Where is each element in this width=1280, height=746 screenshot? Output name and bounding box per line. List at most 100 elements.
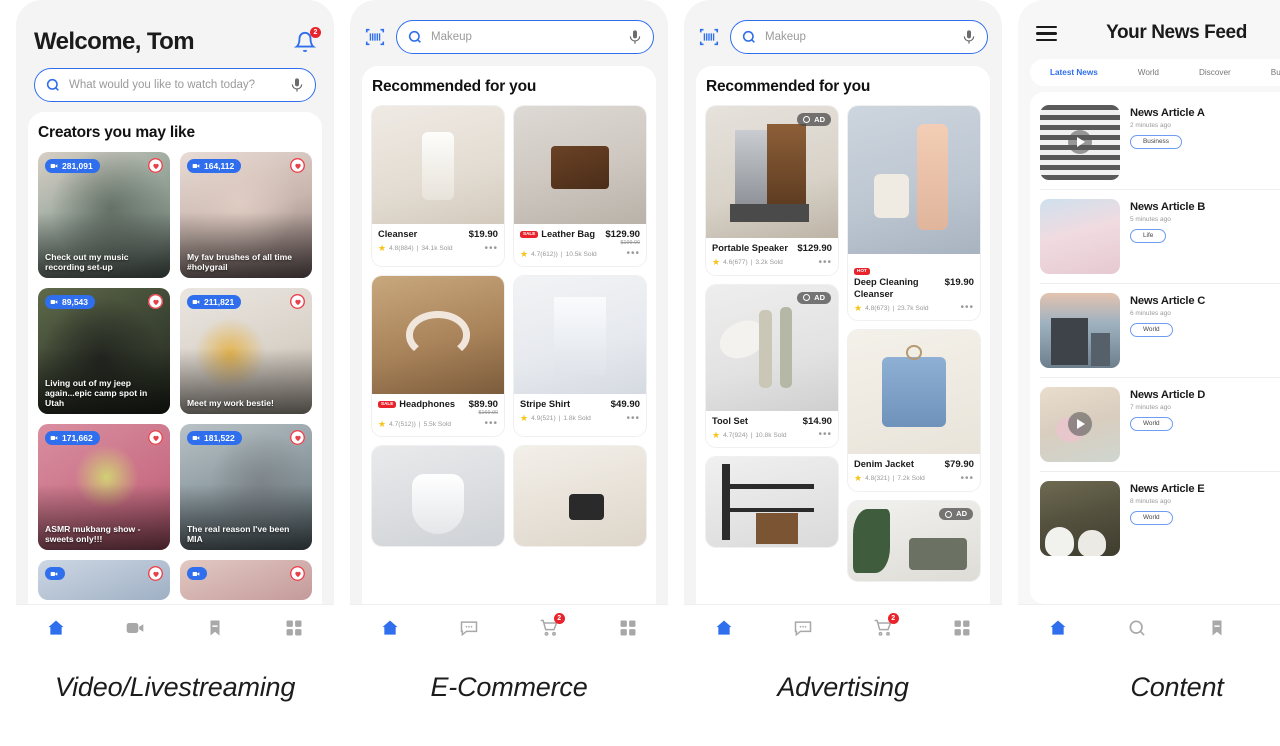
article-tag[interactable]: Life <box>1130 228 1167 244</box>
more-options-icon[interactable]: ••• <box>960 303 974 313</box>
like-icon[interactable] <box>290 430 305 445</box>
tab-grid[interactable] <box>614 615 642 641</box>
tab-chat[interactable] <box>789 615 817 641</box>
like-icon[interactable] <box>148 158 163 173</box>
microphone-icon[interactable] <box>627 29 643 45</box>
tab-home[interactable] <box>42 615 70 641</box>
article-tag[interactable]: World <box>1130 416 1173 432</box>
article-tag[interactable]: World <box>1130 322 1173 338</box>
product-card[interactable]: Stripe Shirt $49.90 ★ 4.9(521) | 1.8k So… <box>514 276 646 436</box>
product-price: $14.90 <box>802 415 832 427</box>
more-options-icon[interactable]: ••• <box>818 257 832 268</box>
tab-cart[interactable]: 2 <box>535 612 565 641</box>
video-card[interactable]: 281,091 Check out my music recording set… <box>38 152 170 278</box>
product-card[interactable] <box>706 457 838 548</box>
product-image: AD <box>706 106 838 238</box>
more-options-icon[interactable]: ••• <box>484 419 498 429</box>
list-item[interactable]: News Article C 6 minutes ago World ○○○ <box>1040 284 1280 378</box>
tab-bookmark[interactable] <box>1203 615 1231 641</box>
video-card[interactable]: 164,112 My fav brushes of all time #holy… <box>180 152 312 278</box>
product-card[interactable]: AD <box>848 500 980 581</box>
panel-video-livestreaming: Welcome, Tom 2 What would you like to wa… <box>16 0 334 746</box>
tab-home[interactable] <box>710 615 738 641</box>
phone-frame-ecommerce: Makeup Recommended for you Cleanser $19.… <box>350 0 668 650</box>
tab-world[interactable]: World <box>1138 68 1159 77</box>
like-icon[interactable] <box>148 566 163 581</box>
more-options-icon[interactable]: ••• <box>626 413 640 424</box>
tab-home[interactable] <box>1044 615 1072 641</box>
list-item[interactable]: News Article D 7 minutes ago World ○○○ <box>1040 378 1280 472</box>
tab-discover[interactable]: Discover <box>1199 68 1231 77</box>
tab-business[interactable]: Business <box>1271 68 1280 77</box>
video-card[interactable]: 89,543 Living out of my jeep again...epi… <box>38 288 170 414</box>
product-card[interactable]: Cleanser $19.90 ★ 4.8(884) | 34.1k Sold <box>372 106 504 266</box>
menu-icon[interactable] <box>1036 22 1057 45</box>
tab-grid[interactable] <box>280 615 308 641</box>
info-icon <box>945 510 953 518</box>
tab-grid[interactable] <box>948 615 976 641</box>
like-icon[interactable] <box>148 294 163 309</box>
product-card[interactable]: AD Tool Set $14.90 ★ 4.7(924) | 10.8k So… <box>706 284 838 448</box>
ecommerce-header: Makeup <box>350 0 668 54</box>
info-icon <box>803 294 811 302</box>
more-options-icon[interactable]: ••• <box>960 473 974 484</box>
microphone-icon[interactable] <box>289 77 305 93</box>
view-count-pill: 89,543 <box>45 295 95 309</box>
product-card[interactable]: SALE Leather Bag $129.90 $199.90 ★ 4.7(6… <box>514 106 646 266</box>
like-icon[interactable] <box>290 294 305 309</box>
tab-latest-news[interactable]: Latest News <box>1050 68 1098 77</box>
product-card[interactable]: Denim Jacket $79.90 ★ 4.8(321) | 7.2k Sol… <box>848 330 980 491</box>
video-card[interactable]: 211,821 Meet my work bestie! <box>180 288 312 414</box>
like-icon[interactable] <box>290 158 305 173</box>
phone-frame-content: Your News Feed 2 Latest News World Disco… <box>1018 0 1280 650</box>
list-item[interactable]: News Article E 8 minutes ago World ○○○ <box>1040 472 1280 565</box>
barcode-scan-icon[interactable] <box>364 26 386 48</box>
article-tag[interactable]: Business <box>1130 134 1182 150</box>
product-card[interactable]: SALE Headphones $89.90 $169.90 ★ 4.7(512… <box>372 276 504 436</box>
barcode-scan-icon[interactable] <box>698 26 720 48</box>
video-camera-icon <box>192 299 200 304</box>
microphone-icon[interactable] <box>961 29 977 45</box>
search-input[interactable]: Makeup <box>730 20 988 54</box>
like-icon[interactable] <box>290 566 305 581</box>
articles-list: News Article A 2 minutes ago Business ○○… <box>1030 91 1280 604</box>
grid-icon <box>620 620 636 635</box>
video-card[interactable]: 171,662 ASMR mukbang show - sweets only!… <box>38 424 170 550</box>
video-card[interactable] <box>180 560 312 600</box>
product-meta: ★ 4.8(884) | 34.1k Sold <box>378 243 453 254</box>
tab-home[interactable] <box>376 615 404 641</box>
more-options-icon[interactable]: ••• <box>626 249 640 259</box>
play-icon[interactable] <box>1068 412 1092 437</box>
notification-bell[interactable]: 2 <box>294 27 321 53</box>
list-item[interactable]: News Article B 5 minutes ago Life ○○○ <box>1040 190 1280 284</box>
product-card[interactable]: HOT Deep Cleaning Cleanser $19.90 ★ 4.8(… <box>848 106 980 321</box>
list-item[interactable]: News Article A 2 minutes ago Business ○○… <box>1040 96 1280 190</box>
tab-chat[interactable] <box>455 615 483 641</box>
tab-search[interactable] <box>1123 615 1151 641</box>
video-grid: 281,091 Check out my music recording set… <box>38 152 312 600</box>
tab-video[interactable] <box>121 615 149 641</box>
more-options-icon[interactable]: ••• <box>484 243 498 254</box>
panel-ecommerce: Makeup Recommended for you Cleanser $19.… <box>350 0 668 746</box>
sale-badge: SALE <box>378 400 397 409</box>
search-input[interactable]: What would you like to watch today? <box>34 68 316 102</box>
tab-cart[interactable]: 2 <box>869 612 899 641</box>
product-card[interactable]: AD Portable Speaker $129.90 ★ 4.6(677) |… <box>706 106 838 275</box>
view-count-pill: 171,662 <box>45 431 100 445</box>
product-column-right: HOT Deep Cleaning Cleanser $19.90 ★ 4.8(… <box>848 106 980 581</box>
video-card[interactable] <box>38 560 170 600</box>
play-icon[interactable] <box>1068 130 1092 155</box>
more-options-icon[interactable]: ••• <box>818 430 832 440</box>
like-icon[interactable] <box>148 430 163 445</box>
product-name: Portable Speaker <box>712 243 788 253</box>
panel-content: Your News Feed 2 Latest News World Disco… <box>1018 0 1280 746</box>
product-card[interactable] <box>372 446 504 546</box>
article-tag[interactable]: World <box>1130 510 1173 526</box>
product-grid: Cleanser $19.90 ★ 4.8(884) | 34.1k Sold <box>372 106 646 546</box>
product-card[interactable] <box>514 446 646 546</box>
tab-bookmark[interactable] <box>201 615 229 641</box>
video-card[interactable]: 181,522 The real reason I've been MIA <box>180 424 312 550</box>
info-icon <box>803 115 811 123</box>
search-input[interactable]: Makeup <box>396 20 654 54</box>
product-meta: ★ 4.7(924) | 10.8k Sold <box>712 429 787 440</box>
